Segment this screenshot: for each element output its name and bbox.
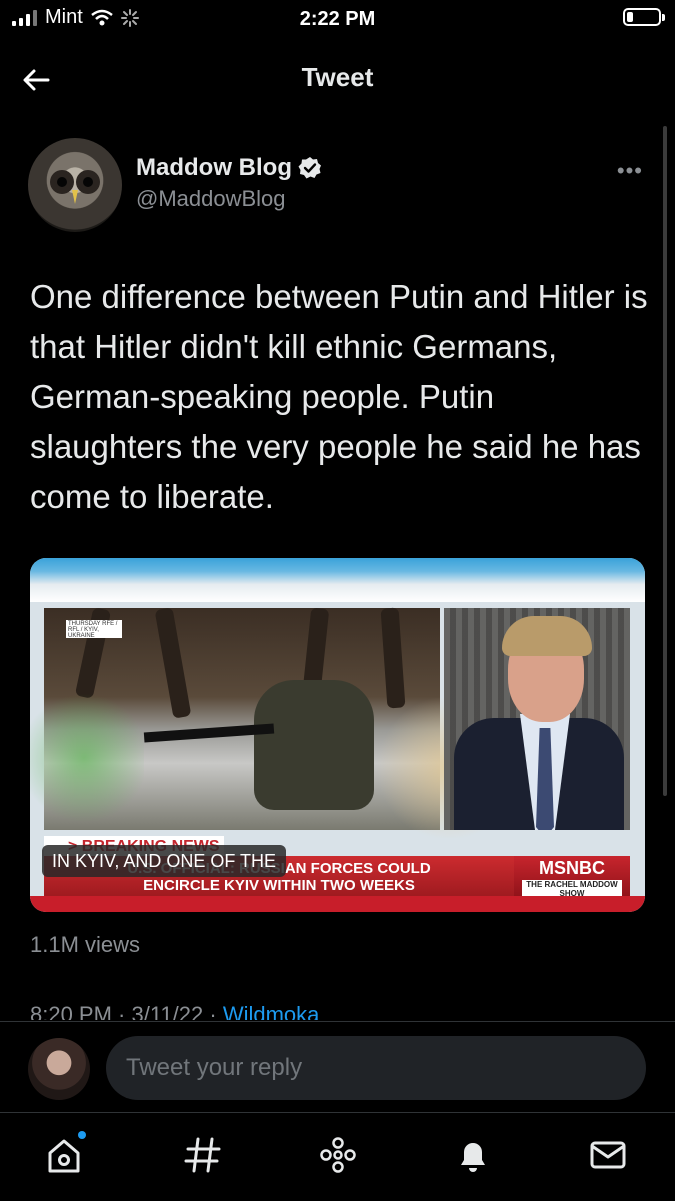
top-header: Tweet xyxy=(0,52,675,102)
mail-icon[interactable] xyxy=(586,1133,630,1177)
banner-line-2: ENCIRCLE KYIV WITHIN TWO WEEKS xyxy=(143,877,415,894)
network-logo: MSNBC THE RACHEL MADDOW SHOW xyxy=(514,856,630,898)
footage-stamp: THURSDAY RFE / RFL / KYIV, UKRAINE xyxy=(66,620,122,639)
bottom-tab-bar xyxy=(0,1112,675,1201)
network-name: MSNBC xyxy=(539,858,605,878)
reply-bar: Tweet your reply xyxy=(0,1022,675,1112)
author-handle[interactable]: @MaddowBlog xyxy=(136,186,286,212)
battle-footage: THURSDAY RFE / RFL / KYIV, UKRAINE xyxy=(30,607,524,838)
battery-icon xyxy=(623,8,665,26)
author-avatar[interactable] xyxy=(28,138,122,232)
guest-footage xyxy=(444,608,630,830)
home-icon[interactable] xyxy=(42,1133,86,1177)
media-footer-bar xyxy=(30,896,645,912)
user-avatar[interactable] xyxy=(28,1038,90,1100)
page-title: Tweet xyxy=(301,62,374,92)
tweet-timestamp: 8:20 PM · 3/11/22 · Wildmoka xyxy=(30,1002,319,1020)
verified-badge-icon xyxy=(298,157,321,179)
home-notification-dot xyxy=(78,1131,86,1139)
timestamp-text: 8:20 PM · 3/11/22 · xyxy=(30,1002,223,1020)
more-options-icon[interactable]: ••• xyxy=(617,158,643,184)
media-header-gradient xyxy=(30,558,645,602)
owl-image xyxy=(50,170,100,204)
author-name[interactable]: Maddow Blog xyxy=(136,154,322,182)
tweet-media[interactable]: THURSDAY RFE / RFL / KYIV, UKRAINE > BRE… xyxy=(30,558,645,912)
author-name-text: Maddow Blog xyxy=(136,154,292,181)
status-time: 2:22 PM xyxy=(299,8,376,30)
scrollbar[interactable] xyxy=(663,126,667,796)
source-link[interactable]: Wildmoka xyxy=(223,1002,320,1020)
tweet-text: One difference between Putin and Hitler … xyxy=(30,278,648,515)
spaces-icon[interactable] xyxy=(316,1133,360,1177)
bell-icon[interactable] xyxy=(451,1133,495,1177)
view-count: 1.1M views xyxy=(30,932,141,957)
status-bar: Mint 2:22 PM xyxy=(0,0,675,40)
hashtag-icon[interactable] xyxy=(181,1133,225,1177)
video-caption: IN KYIV, AND ONE OF THE xyxy=(42,845,287,877)
reply-input[interactable]: Tweet your reply xyxy=(106,1036,646,1100)
